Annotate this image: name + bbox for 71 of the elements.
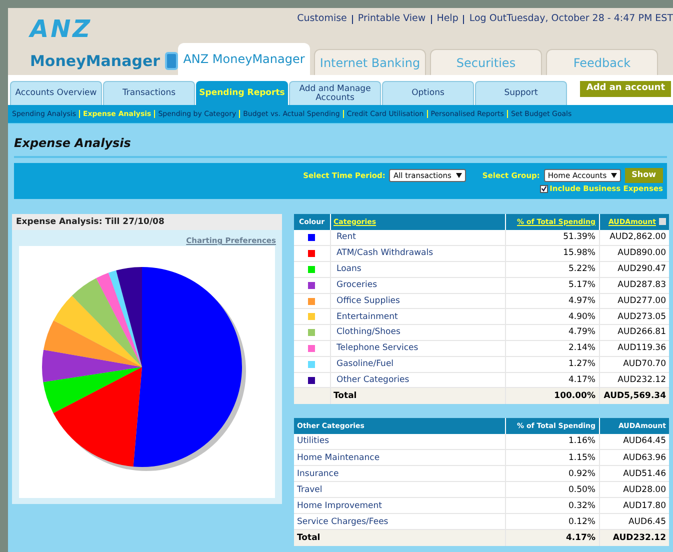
- category-link[interactable]: Service Charges/Fees: [297, 516, 388, 527]
- amount-cell: AUD119.36: [599, 340, 669, 356]
- amount-cell: AUD63.96: [599, 450, 669, 466]
- percent-cell: 1.27%: [505, 356, 599, 372]
- total-label: Total: [294, 530, 505, 546]
- category-link[interactable]: Telephone Services: [336, 343, 418, 354]
- page-title: Expense Analysis: [14, 136, 131, 150]
- amount-cell: AUD6.45: [599, 514, 669, 530]
- amount-cell: AUD273.05: [599, 308, 669, 325]
- category-link[interactable]: Loans: [336, 264, 362, 274]
- sort-icon[interactable]: [659, 218, 666, 226]
- percent-cell: 4.97%: [505, 293, 599, 309]
- category-link[interactable]: Insurance: [297, 468, 339, 479]
- amount-cell: AUD290.47: [599, 262, 669, 278]
- percent-cell: 0.92%: [505, 466, 599, 482]
- amount-cell: AUD287.83: [599, 277, 669, 294]
- percent-cell: 5.17%: [505, 277, 599, 294]
- amount-cell: AUD890.00: [599, 246, 669, 262]
- nav-tab[interactable]: Support: [475, 81, 567, 105]
- amount-cell: AUD51.46: [599, 466, 669, 482]
- top-link[interactable]: Customise: [297, 12, 347, 26]
- percent-cell: 51.39%: [505, 230, 599, 246]
- dropdown-icon: [610, 172, 617, 178]
- percent-cell: 0.50%: [505, 482, 599, 498]
- category-link[interactable]: Rent: [336, 232, 356, 242]
- percent-cell: 4.79%: [505, 324, 599, 341]
- nav-tab[interactable]: Options: [382, 81, 474, 105]
- amount-cell: AUD17.80: [599, 498, 669, 514]
- category-link[interactable]: Groceries: [336, 280, 378, 290]
- amount-cell: AUD64.45: [599, 434, 669, 450]
- percent-cell: 4.90%: [505, 308, 599, 325]
- category-link[interactable]: ATM/Cash Withdrawals: [336, 248, 434, 258]
- percent-cell: 4.17%: [505, 530, 599, 546]
- top-link[interactable]: Log Out: [469, 12, 507, 26]
- category-link[interactable]: Home Maintenance: [297, 452, 380, 463]
- percent-cell: 0.32%: [505, 498, 599, 514]
- bank-logo: ANZ: [30, 16, 94, 42]
- top-link[interactable]: Help: [436, 12, 458, 26]
- nav-tab[interactable]: Add and Manage Accounts: [289, 81, 381, 105]
- category-link[interactable]: Utilities: [297, 436, 329, 446]
- top-link[interactable]: Printable View: [358, 12, 426, 26]
- product-name: MoneyManager: [30, 51, 160, 72]
- date-time: Tuesday, October 28 - 4:47 PM EST: [506, 12, 673, 26]
- amount-cell: AUD266.81: [599, 324, 669, 341]
- percent-cell: 1.15%: [505, 450, 599, 466]
- category-link[interactable]: Clothing/Shoes: [336, 327, 400, 338]
- amount-cell: AUD2,862.00: [599, 230, 669, 246]
- category-link[interactable]: Gasoline/Fuel: [336, 358, 394, 369]
- category-link[interactable]: Office Supplies: [336, 296, 400, 306]
- total-label: Total: [330, 388, 505, 404]
- amount-cell: AUD232.12: [599, 530, 669, 546]
- category-link[interactable]: Home Improvement: [297, 500, 382, 511]
- nav-tab[interactable]: Accounts Overview: [10, 81, 102, 105]
- category-link[interactable]: Travel: [297, 484, 322, 495]
- percent-cell: 5.22%: [505, 262, 599, 278]
- main-tab[interactable]: ANZ MoneyManager: [178, 43, 310, 75]
- percent-cell: 2.14%: [505, 340, 599, 356]
- category-link[interactable]: Entertainment: [336, 312, 398, 322]
- category-link[interactable]: Other Categories: [336, 374, 410, 385]
- amount-cell: AUD70.70: [599, 356, 669, 372]
- chart-title: Expense Analysis: Till 27/10/08: [16, 216, 164, 228]
- amount-cell: AUD28.00: [599, 482, 669, 498]
- percent-cell: 100.00%: [505, 388, 599, 404]
- amount-cell: AUD5,569.34: [599, 388, 669, 404]
- percent-cell: 1.16%: [505, 434, 599, 450]
- business-checkbox[interactable]: [540, 184, 548, 192]
- dropdown-icon: [456, 172, 462, 178]
- amount-cell: AUD232.12: [599, 372, 669, 388]
- amount-cell: AUD277.00: [599, 293, 669, 309]
- percent-cell: 15.98%: [505, 246, 599, 262]
- nav-tab[interactable]: Transactions: [103, 81, 195, 105]
